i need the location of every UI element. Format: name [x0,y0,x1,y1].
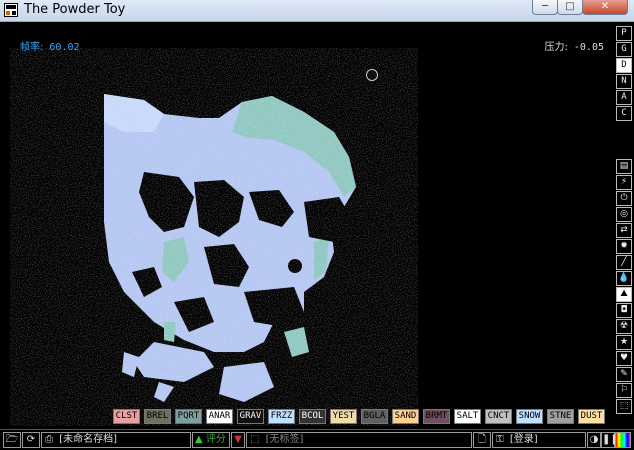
side-button-c[interactable]: C [616,106,632,121]
explosives-icon[interactable]: ✹ [616,239,632,254]
save-button[interactable]: ⎙ [未命名存档] [41,432,191,448]
vote-down-button[interactable]: ▼ [231,432,245,448]
login-label: [登录] [509,434,538,445]
folder-icon: 🗁 [5,434,19,445]
tools-icon[interactable]: ✎ [616,367,632,382]
pressure-readout: 压力: -0.05 [544,38,604,53]
pressure-label: 压力: [544,42,568,53]
reload-button[interactable]: ⟳ [22,432,40,448]
save-icon: ⎙ [45,434,53,445]
liquids-icon[interactable]: 💧 [616,271,632,286]
minimize-button[interactable]: ─ [532,0,558,15]
side-button-g[interactable]: G [616,42,632,57]
wall-icon[interactable]: ▤ [616,159,632,174]
element-frzz[interactable]: FRZZ [268,409,295,424]
side-button-a[interactable]: A [616,90,632,105]
element-salt[interactable]: SALT [454,409,481,424]
bottom-bar: 🗁 ⟳ ⎙ [未命名存档] ▲ 评分 ▼ ⬚ [无标签] 🗋 ⚿ [登录] ◑ … [0,429,634,450]
tag-icon: ⬚ [250,434,260,445]
clear-sim-button[interactable]: 🗋 [473,432,491,448]
pause-button[interactable]: ❚❚ [601,432,619,448]
app-icon [4,3,18,17]
login-button[interactable]: ⚿ [登录] [492,432,586,448]
vote-up-button[interactable]: ▲ 评分 [192,432,230,448]
settings-icon: ◑ [589,434,599,445]
element-stne[interactable]: STNE [547,409,574,424]
side-button-p[interactable]: P [616,26,632,41]
title-bar: The Powder Toy ─ □ ✕ [0,0,634,22]
tags-button[interactable]: ⬚ [无标签] [246,432,472,448]
element-dust[interactable]: DUST [578,409,605,424]
fps-label: 帧率: [20,42,44,53]
electronics-icon[interactable]: ⚡ [616,175,632,190]
save-name: [未命名存档] [59,434,117,445]
sensor-icon[interactable]: ◎ [616,207,632,222]
power-icon[interactable]: ⏻ [616,191,632,206]
vote-label: 评分 [205,434,226,445]
decoration-icon[interactable]: ⬚ [616,399,632,414]
life-icon[interactable]: ♥ [616,351,632,366]
element-grav[interactable]: GRAV [237,409,264,424]
element-bgla[interactable]: BGLA [361,409,388,424]
element-bcol[interactable]: BCOL [299,409,326,424]
simulation-particles [44,82,384,422]
maximize-button[interactable]: □ [557,0,583,15]
element-cnct[interactable]: CNCT [485,409,512,424]
options-button[interactable]: ◑ [587,432,601,448]
reload-icon: ⟳ [26,434,36,445]
solids-icon[interactable]: ◘ [616,303,632,318]
fps-readout: 帧率: 60.02 [20,38,80,53]
special-icon[interactable]: ★ [616,335,632,350]
render-options-button[interactable] [615,432,631,448]
element-yest[interactable]: YEST [330,409,357,424]
tags-text: [无标签] [265,434,304,445]
brush-cursor [366,69,378,81]
thumb-up-icon: ▲ [195,434,203,445]
thumb-down-icon: ▼ [234,434,242,445]
window-title: The Powder Toy [24,2,126,17]
element-pqrt[interactable]: PQRT [175,409,202,424]
element-brmt[interactable]: BRMT [423,409,450,424]
element-clst[interactable]: CLST [113,409,140,424]
key-icon: ⚿ [496,434,504,445]
radioactive-icon[interactable]: ☢ [616,319,632,334]
element-snow[interactable]: SNOW [516,409,543,424]
powders-icon[interactable]: ⛰ [616,287,632,302]
element-sand[interactable]: SAND [392,409,419,424]
open-save-button[interactable]: 🗁 [3,432,21,448]
element-brel[interactable]: BREL [144,409,171,424]
simulation-canvas[interactable]: 帧率: 60.02 压力: -0.05 [4,22,612,426]
element-anar[interactable]: ANAR [206,409,233,424]
new-file-icon: 🗋 [477,434,487,445]
side-button-n[interactable]: N [616,74,632,89]
close-button[interactable]: ✕ [582,0,628,15]
force-icon[interactable]: ⇄ [616,223,632,238]
fps-value: 60.02 [49,42,80,53]
favorites-icon[interactable]: ⚐ [616,383,632,398]
pressure-value: -0.05 [573,42,604,53]
gases-icon[interactable]: ╱ [616,255,632,270]
side-button-d[interactable]: D [616,58,632,73]
